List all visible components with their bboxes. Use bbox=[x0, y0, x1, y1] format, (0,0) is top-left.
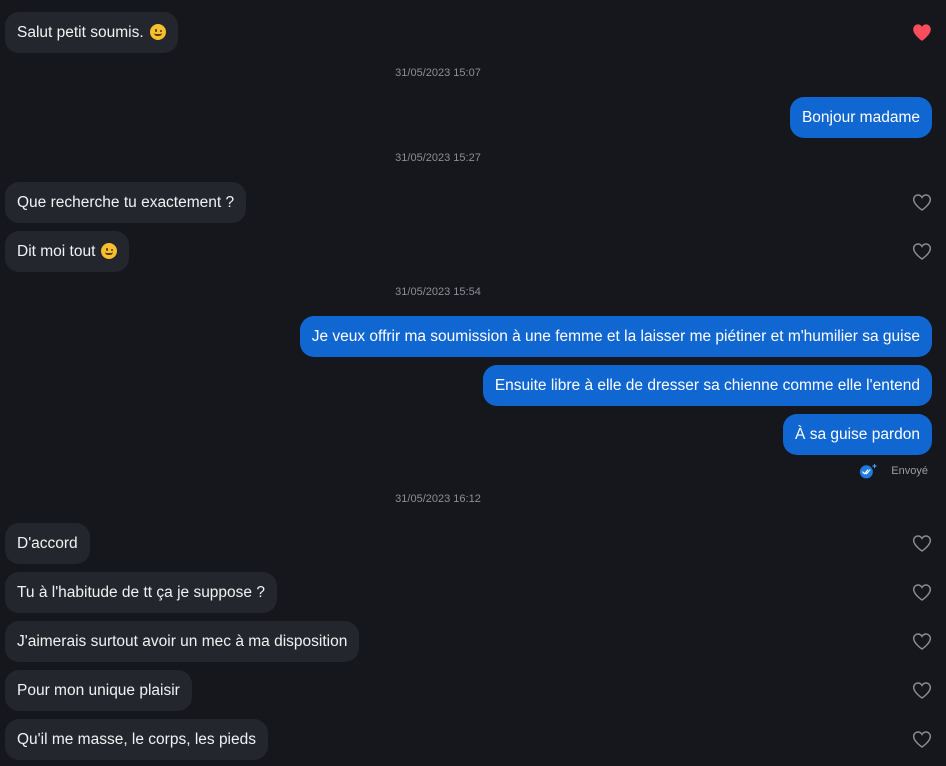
message-text: Qu'il me masse, le corps, les pieds bbox=[17, 731, 256, 748]
timestamp: 31/05/2023 15:27 bbox=[395, 152, 481, 164]
message-text: Tu à l'habitude de tt ça je suppose ? bbox=[17, 584, 265, 601]
message-bubble-incoming[interactable]: D'accord bbox=[5, 523, 90, 564]
message-text: Bonjour madame bbox=[801, 109, 920, 126]
message-row: D'accord bbox=[0, 523, 946, 564]
heart-outline-icon[interactable] bbox=[912, 534, 932, 553]
message-text: À sa guise pardon bbox=[795, 426, 920, 443]
message-row: J'aimerais surtout avoir un mec à ma dis… bbox=[0, 621, 946, 662]
message-row: Pour mon unique plaisir bbox=[0, 670, 946, 711]
message-bubble-incoming[interactable]: Salut petit soumis. bbox=[5, 12, 178, 53]
message-bubble-outgoing[interactable]: Bonjour madame bbox=[789, 97, 932, 138]
message-row: Dit moi tout bbox=[0, 231, 946, 272]
message-bubble-outgoing[interactable]: Je veux offrir ma soumission à une femme… bbox=[299, 316, 932, 357]
message-text: Je veux offrir ma soumission à une femme… bbox=[311, 328, 920, 345]
message-bubble-outgoing[interactable]: Ensuite libre à elle de dresser sa chien… bbox=[482, 365, 932, 406]
message-bubble-incoming[interactable]: Que recherche tu exactement ? bbox=[5, 182, 247, 223]
heart-outline-icon[interactable] bbox=[912, 681, 932, 700]
message-text: Dit moi tout bbox=[17, 243, 96, 260]
message-bubble-outgoing[interactable]: À sa guise pardon bbox=[783, 414, 932, 455]
message-text: D'accord bbox=[17, 535, 78, 552]
double-check-icon bbox=[860, 463, 878, 479]
message-bubble-incoming[interactable]: Dit moi tout bbox=[5, 231, 130, 272]
message-text: Ensuite libre à elle de dresser sa chien… bbox=[494, 377, 920, 394]
message-row: Ensuite libre à elle de dresser sa chien… bbox=[0, 365, 946, 406]
message-text: Pour mon unique plaisir bbox=[17, 682, 180, 699]
delivery-status: Envoyé bbox=[859, 462, 928, 480]
message-text: Salut petit soumis. bbox=[17, 24, 144, 41]
wink-face-icon bbox=[101, 243, 118, 259]
heart-outline-icon[interactable] bbox=[912, 632, 932, 651]
chat-thread: Salut petit soumis. 31/05/2023 15:07 Bon… bbox=[0, 0, 946, 766]
message-row: Je veux offrir ma soumission à une femme… bbox=[0, 316, 946, 357]
message-row: Que recherche tu exactement ? bbox=[0, 182, 946, 223]
message-row: Bonjour madame bbox=[0, 97, 946, 138]
heart-outline-icon[interactable] bbox=[912, 730, 932, 749]
message-row: À sa guise pardon bbox=[0, 414, 946, 455]
status-label: Envoyé bbox=[891, 465, 928, 477]
message-bubble-incoming[interactable]: Tu à l'habitude de tt ça je suppose ? bbox=[5, 572, 277, 613]
message-bubble-incoming[interactable]: J'aimerais surtout avoir un mec à ma dis… bbox=[5, 621, 360, 662]
message-row: Salut petit soumis. bbox=[0, 12, 946, 53]
heart-outline-icon[interactable] bbox=[912, 242, 932, 261]
timestamp: 31/05/2023 15:07 bbox=[395, 67, 481, 79]
message-row: Tu à l'habitude de tt ça je suppose ? bbox=[0, 572, 946, 613]
heart-outline-icon[interactable] bbox=[912, 193, 932, 212]
wink-face-icon bbox=[149, 24, 166, 40]
message-row: Qu'il me masse, le corps, les pieds bbox=[0, 719, 946, 760]
message-text: J'aimerais surtout avoir un mec à ma dis… bbox=[17, 633, 348, 650]
message-bubble-incoming[interactable]: Qu'il me masse, le corps, les pieds bbox=[5, 719, 268, 760]
message-text: Que recherche tu exactement ? bbox=[17, 194, 235, 211]
heart-icon-liked[interactable] bbox=[912, 23, 932, 42]
timestamp: 31/05/2023 15:54 bbox=[395, 286, 481, 298]
message-bubble-incoming[interactable]: Pour mon unique plaisir bbox=[5, 670, 192, 711]
timestamp: 31/05/2023 16:12 bbox=[395, 493, 481, 505]
heart-outline-icon[interactable] bbox=[912, 583, 932, 602]
